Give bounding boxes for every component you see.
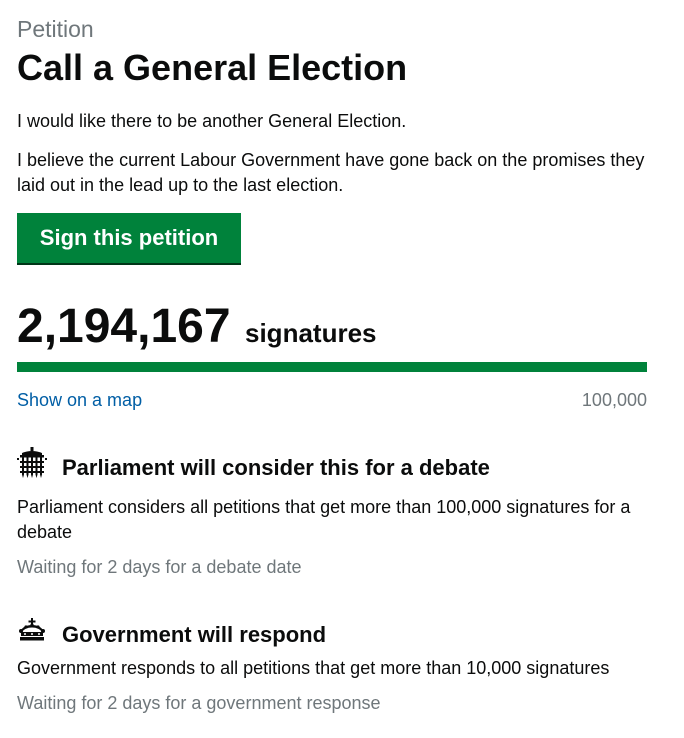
government-section-header: Government will respond [17,614,647,650]
signature-count-row: 2,194,167 signatures [17,300,377,354]
debate-description: Parliament considers all petitions that … [17,497,631,542]
signature-progress-fill [17,362,647,372]
government-description: Government responds to all petitions tha… [17,658,610,678]
portcullis-icon [17,447,47,481]
petition-summary: I would like there to be another General… [17,111,407,131]
debate-section: Parliament will consider this for a deba… [17,447,647,580]
page-kicker: Petition [17,16,94,42]
debate-section-title: Parliament will consider this for a deba… [62,455,490,480]
petition-title: Call a General Election [17,47,408,88]
government-section: Government will respond Government respo… [17,614,647,716]
petition-details: I believe the current Labour Government … [17,150,645,195]
debate-section-header: Parliament will consider this for a deba… [17,447,647,483]
debate-status: Waiting for 2 days for a debate date [17,557,302,577]
crown-icon [17,614,47,648]
progress-threshold: 100,000 [581,390,647,410]
government-status: Waiting for 2 days for a government resp… [17,693,381,713]
signature-progress-bar [17,362,647,372]
government-section-title: Government will respond [62,622,327,647]
signature-count-label: signatures [245,318,377,348]
signature-count: 2,194,167 [17,300,231,353]
show-on-map-link[interactable]: Show on a map [17,389,142,411]
sign-petition-button[interactable]: Sign this petition [17,213,241,263]
